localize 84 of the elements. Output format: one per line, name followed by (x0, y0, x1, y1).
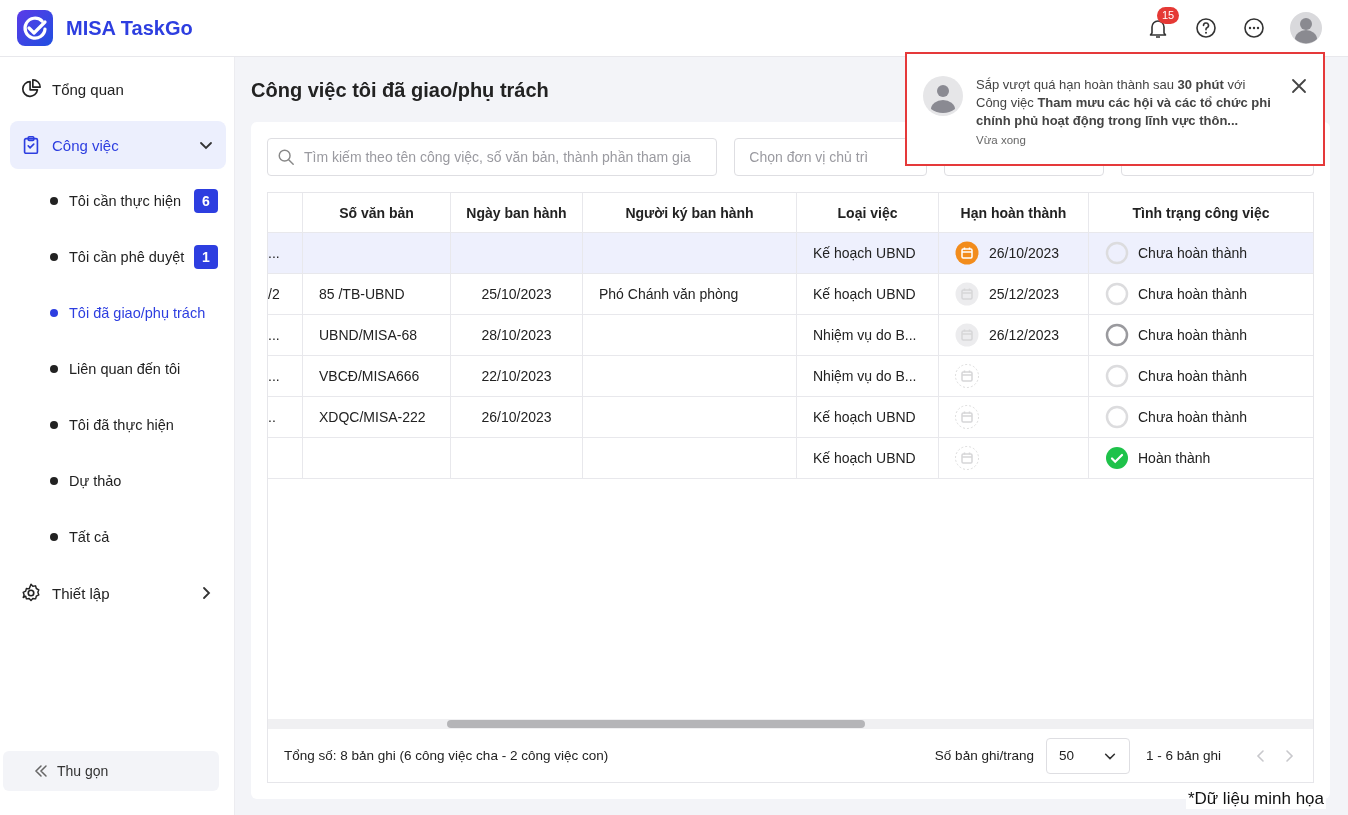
nav-subitem[interactable]: Tôi đã thực hiện (10, 401, 226, 449)
scrollbar[interactable] (268, 719, 1313, 729)
bullet-icon (50, 477, 58, 485)
collapse-button[interactable]: Thu gọn (3, 751, 219, 791)
column-header: Loại việc (797, 193, 939, 232)
table-cell: 25/12/2023 (989, 286, 1060, 302)
table-cell: 25/10/2023 (481, 286, 552, 302)
nav-subitem[interactable]: Dự thảo (10, 457, 226, 505)
notification-message: Sắp vượt quá hạn hoàn thành sau 30 phút với Công việc Tham mưu các hội và các tổ chức phi chính phủ hoạt động trong lĩnh vực thôn... (976, 76, 1272, 130)
table-cell: UBND/MISA-68 (319, 327, 418, 343)
table-cell: /2 (268, 286, 280, 302)
bullet-icon (50, 197, 58, 205)
table-cell: Nhiệm vụ do B... (813, 368, 917, 384)
table-cell: 26/10/2023 (989, 245, 1060, 261)
page-title: Công việc tôi đã giao/phụ trách (251, 79, 549, 102)
table-cell: Hoàn thành (1138, 450, 1211, 466)
table-cell: Chưa hoàn thành (1138, 327, 1247, 343)
table-cell: Chưa hoàn thành (1138, 286, 1247, 302)
table-cell: Chưa hoàn thành (1138, 245, 1247, 261)
table-row[interactable]: /2 85 /TB-UBND 25/10/2023 Phó Chánh văn phòng Kế hoạch UBND 25/12/2023 Chưa hoàn thành (268, 274, 1313, 315)
bullet-icon (50, 309, 58, 317)
column-header: Người ký ban hành (583, 193, 797, 232)
app-name: MISA TaskGo (66, 16, 193, 40)
nav-subitem[interactable]: Tôi cần thực hiện 6 (10, 177, 226, 225)
nav-subitem[interactable]: Liên quan đến tôi (10, 345, 226, 393)
double-chevron-icon (33, 763, 49, 779)
table-cell: 28/10/2023 (481, 327, 552, 343)
caption: *Dữ liệu minh họa (1185, 789, 1326, 809)
avatar-icon (923, 76, 963, 116)
column-header: Số văn bản (303, 193, 451, 232)
nav-subitem[interactable]: Tất cả (10, 513, 226, 561)
table-cell: ... (268, 245, 280, 261)
notification-time: Vừa xong (976, 134, 1027, 146)
table-cell: ... (268, 327, 280, 343)
table-cell: 85 /TB-UBND (319, 286, 405, 302)
page-size-label: Số bản ghi/trang (934, 748, 1034, 763)
table-row[interactable]: Kế hoạch UBND Hoàn thành (268, 438, 1313, 479)
nav-subitem[interactable]: Tôi cần phê duyệt 1 (10, 233, 226, 281)
bullet-icon (50, 253, 58, 261)
column-header: Hạn hoàn thành (939, 193, 1089, 232)
table-cell: 26/12/2023 (989, 327, 1060, 343)
table-cell: .. (268, 409, 276, 425)
bullet-icon (50, 533, 58, 541)
column-header: Tình trạng công việc (1131, 203, 1271, 223)
table-cell: Phó Chánh văn phòng (599, 286, 739, 302)
nav-item[interactable]: Công việc (10, 121, 226, 169)
record-total: Tổng số: 8 bản ghi (6 công việc cha - 2 công việc con) (284, 748, 610, 763)
notification-count: 15 (1157, 7, 1180, 24)
table-row[interactable]: ... Kế hoạch UBND 26/10/2023 Chưa hoàn thành (268, 233, 1313, 274)
table-cell: Kế hoạch UBND (813, 245, 916, 261)
table-cell: Kế hoạch UBND (813, 450, 916, 466)
table-cell: Nhiệm vụ do B... (813, 327, 917, 343)
logo-icon (17, 10, 53, 46)
table-cell: ... (268, 368, 280, 384)
avatar-icon[interactable] (1290, 12, 1322, 44)
page-size-select[interactable]: 50 (1045, 737, 1130, 774)
more-icon[interactable] (1242, 16, 1266, 40)
nav-item[interactable]: Tổng quan (10, 65, 226, 113)
bullet-icon (50, 365, 58, 373)
close-icon[interactable] (1291, 78, 1307, 94)
table-cell: 26/10/2023 (481, 409, 552, 425)
bullet-icon (50, 421, 58, 429)
table-cell: Chưa hoàn thành (1138, 409, 1247, 425)
table-cell: XDQC/MISA-222 (319, 409, 426, 425)
count-badge: 6 (194, 189, 218, 213)
settings-icon (20, 582, 42, 604)
table-row[interactable]: ... UBND/MISA-68 28/10/2023 Nhiệm vụ do B... 26/12/2023 Chưa hoàn thành (268, 315, 1313, 356)
column-header: Ngày ban hành (451, 193, 583, 232)
scrollbar-thumb[interactable] (447, 720, 865, 728)
nav-item[interactable]: Thiết lập (10, 569, 226, 617)
search-field[interactable]: Tìm kiếm theo tên công việc, số văn bản, thành phần tham gia (267, 138, 718, 176)
record-range: 1 - 6 bản ghi (1145, 748, 1221, 763)
table-cell: VBCĐ/MISA666 (319, 368, 420, 384)
table-cell: Kế hoạch UBND (813, 409, 916, 425)
unit-select-field[interactable]: Chọn đơn vị chủ trì (734, 138, 928, 176)
table-cell: 22/10/2023 (481, 368, 552, 384)
table-row[interactable]: .. XDQC/MISA-222 26/10/2023 Kế hoạch UBND Chưa hoàn thành (268, 397, 1313, 438)
table-row[interactable]: ... VBCĐ/MISA666 22/10/2023 Nhiệm vụ do B... Chưa hoàn thành (268, 356, 1313, 397)
table-cell: Kế hoạch UBND (813, 286, 916, 302)
help-icon[interactable] (1194, 16, 1218, 40)
table-cell: Chưa hoàn thành (1138, 368, 1247, 384)
pie-chart-icon (20, 78, 42, 100)
count-badge: 1 (194, 245, 218, 269)
nav-subitem[interactable]: Tôi đã giao/phụ trách (10, 289, 226, 337)
